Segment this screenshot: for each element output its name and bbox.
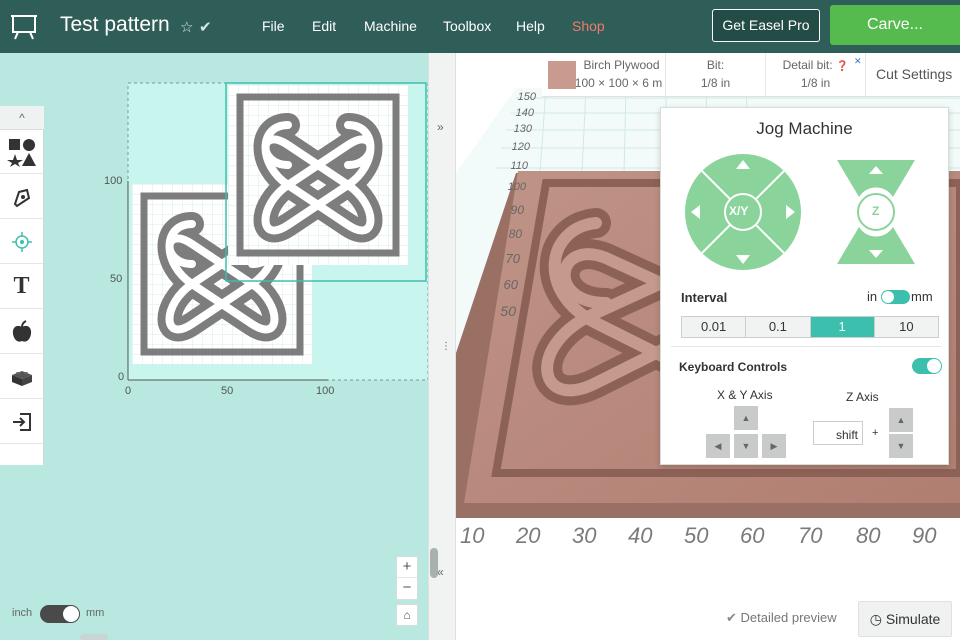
preview-y-ticks: 150 140 130 120 110 100 90 80 70 60 50 — [500, 91, 536, 319]
interval-option[interactable]: 10 — [874, 317, 938, 337]
zoom-controls: + − — [396, 556, 418, 600]
menu-machine[interactable]: Machine — [364, 18, 417, 34]
unit-switch[interactable] — [40, 605, 80, 623]
collapse-left-icon: « — [437, 565, 444, 579]
design-workspace[interactable]: ^ T 100 50 0 0 50 100 + − ⌂ inch mm — [0, 53, 428, 640]
interval-unit-mm: mm — [911, 289, 933, 304]
tool-palette: T — [0, 130, 44, 465]
menu-shop[interactable]: Shop — [572, 18, 605, 34]
jog-title: Jog Machine — [756, 119, 853, 138]
saved-check-icon: ✔ — [199, 19, 212, 36]
jog-machine-panel: Jog Machine X/Y Z Interval in mm 0.01 0.… — [660, 107, 949, 465]
home-icon: ⌂ — [403, 608, 411, 622]
preview-x-ticks: 10 20 30 40 50 60 70 80 90 — [460, 523, 937, 548]
parts-tool[interactable] — [0, 355, 43, 399]
interval-option[interactable]: 0.01 — [682, 317, 747, 337]
y-tick-100: 100 — [104, 175, 123, 187]
arrow-down-key: ▼ — [734, 434, 758, 458]
detail-bit-value: 1/8 in — [800, 76, 831, 90]
interval-label: Interval — [681, 290, 728, 305]
shapes-tool[interactable] — [0, 130, 43, 174]
check-icon: ✔ — [726, 610, 737, 625]
interval-option-active[interactable]: 1 — [810, 317, 875, 337]
zoom-in-button[interactable]: + — [397, 557, 417, 578]
cut-settings-button[interactable]: Cut Settings — [876, 66, 952, 82]
interval-unit-in: in — [867, 289, 878, 304]
design-canvas[interactable] — [46, 53, 428, 640]
x-tick-100: 100 — [316, 385, 335, 397]
simulate-button[interactable]: ◷ Simulate — [858, 601, 952, 637]
preview-footer: ✔ Detailed preview ◷ Simulate — [456, 599, 960, 640]
expand-right-icon: » — [437, 120, 444, 134]
shapes-icon — [6, 138, 36, 167]
block-icon — [11, 370, 32, 386]
interval-option[interactable]: 0.1 — [746, 317, 811, 337]
material-selector[interactable]: Birch Plywood 100 × 100 × 6 m — [542, 53, 666, 97]
menu-file[interactable]: File — [262, 18, 285, 34]
target-icon — [11, 231, 32, 252]
arrow-up-key: ▲ — [734, 406, 758, 430]
clock-icon: ◷ — [869, 611, 882, 627]
splitter-grip-icon: ⋮ — [441, 341, 451, 352]
knot-design-front[interactable] — [226, 83, 427, 282]
target-tool[interactable] — [0, 220, 43, 264]
close-ad-icon[interactable]: ✕ — [854, 56, 862, 67]
xy-axis-label: X & Y Axis — [717, 388, 773, 402]
vertical-scrollbar[interactable] — [430, 548, 438, 578]
text-tool[interactable]: T — [0, 265, 43, 309]
x-tick-0: 0 — [125, 385, 132, 397]
bit-label: Bit: — [706, 58, 725, 72]
import-tool[interactable] — [0, 400, 43, 444]
menu-toolbox[interactable]: Toolbox — [443, 18, 491, 34]
detailed-preview-toggle[interactable]: ✔ Detailed preview — [726, 610, 837, 626]
z-label: Z — [872, 204, 880, 218]
apple-icon — [12, 319, 31, 342]
horizontal-scrollbar[interactable] — [80, 634, 108, 640]
detail-bit-selector[interactable]: Detail bit: ❓ 1/8 in — [766, 53, 866, 97]
pen-icon — [13, 188, 30, 207]
home-view-button[interactable]: ⌂ — [396, 604, 418, 626]
material-swatch — [548, 61, 576, 89]
detail-bit-label: Detail bit: ❓ — [782, 58, 849, 72]
menu-edit[interactable]: Edit — [312, 18, 336, 34]
collapse-tools-button[interactable]: ^ — [0, 106, 44, 130]
menu-help[interactable]: Help — [516, 18, 545, 34]
divider — [671, 346, 941, 347]
plus-sign: + — [872, 427, 879, 439]
pen-tool[interactable] — [0, 175, 43, 219]
arrow-right-key: ▶ — [762, 434, 786, 458]
top-bar: Test pattern ☆ ✔ File Edit Machine Toolb… — [0, 0, 960, 53]
interval-selector: 0.01 0.1 1 10 — [681, 316, 939, 338]
unit-mm-label: mm — [86, 607, 105, 619]
keyboard-controls-label: Keyboard Controls — [679, 360, 788, 374]
easel-logo-icon[interactable] — [10, 12, 38, 40]
shift-key: shift — [813, 421, 863, 445]
z-down-key: ▼ — [889, 434, 913, 458]
xy-label: X/Y — [729, 204, 749, 218]
zoom-out-button[interactable]: − — [397, 578, 417, 599]
z-up-key: ▲ — [889, 408, 913, 432]
arrow-left-key: ◀ — [706, 434, 730, 458]
keyboard-controls-switch[interactable] — [912, 358, 942, 374]
apps-tool[interactable] — [0, 310, 43, 354]
y-tick-50: 50 — [110, 273, 123, 285]
material-info-bar: Birch Plywood 100 × 100 × 6 m Bit: 1/8 i… — [542, 53, 960, 97]
star-icon[interactable]: ☆ — [180, 18, 193, 36]
import-icon — [12, 412, 31, 431]
text-icon: T — [13, 273, 30, 299]
unit-toggle[interactable]: inch mm — [12, 605, 104, 623]
x-tick-50: 50 — [221, 385, 234, 397]
help-icon[interactable]: ❓ — [836, 61, 848, 72]
bit-selector[interactable]: Bit: 1/8 in — [666, 53, 766, 97]
project-title[interactable]: Test pattern — [60, 13, 170, 37]
bit-value: 1/8 in — [700, 76, 731, 90]
z-axis-label: Z Axis — [846, 390, 879, 404]
carve-button[interactable]: Carve... — [830, 5, 960, 45]
interval-unit-switch[interactable] — [881, 290, 910, 304]
get-easel-pro-button[interactable]: Get Easel Pro — [712, 9, 820, 42]
y-tick-0: 0 — [118, 371, 125, 383]
unit-inch-label: inch — [12, 607, 33, 619]
